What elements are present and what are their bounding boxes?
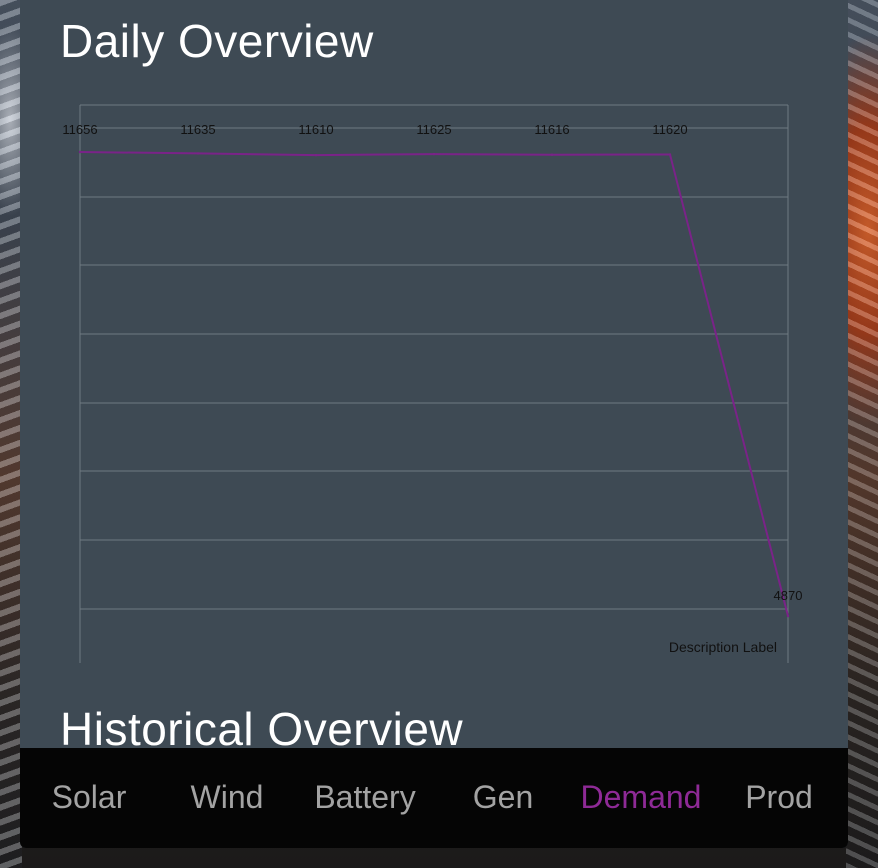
data-label-3: 11625	[416, 122, 451, 137]
data-point-5	[668, 153, 672, 156]
data-label-2: 11610	[298, 122, 333, 137]
data-label-0: 11656	[62, 122, 97, 137]
data-point-6	[786, 614, 790, 618]
app-window: Daily Overview 11656 11635 11610 11625 11616…	[20, 0, 848, 848]
data-point-2	[314, 153, 318, 157]
data-label-5: 11620	[652, 122, 687, 137]
tab-wind[interactable]: Wind	[158, 748, 296, 848]
data-label-1: 11635	[180, 122, 215, 137]
daily-overview-line-chart: 11656 11635 11610 11625 11616 11620 4870 Descri…	[62, 104, 803, 663]
data-point-0	[78, 150, 82, 154]
tab-bar: Solar Wind Battery Gen Demand Prod	[20, 748, 848, 848]
data-label-4: 11616	[534, 122, 569, 137]
tab-solar[interactable]: Solar	[20, 748, 158, 848]
tab-gen[interactable]: Gen	[434, 748, 572, 848]
tab-battery[interactable]: Battery	[296, 748, 434, 848]
tab-demand[interactable]: Demand	[572, 748, 710, 848]
data-label-6: 4870	[774, 588, 803, 603]
data-point-3	[432, 152, 436, 156]
description-label: Description Label	[669, 639, 777, 655]
tab-prod[interactable]: Prod	[710, 748, 848, 848]
demand-series-line	[79, 151, 789, 617]
data-point-4	[550, 153, 554, 156]
data-point-1	[196, 152, 200, 155]
